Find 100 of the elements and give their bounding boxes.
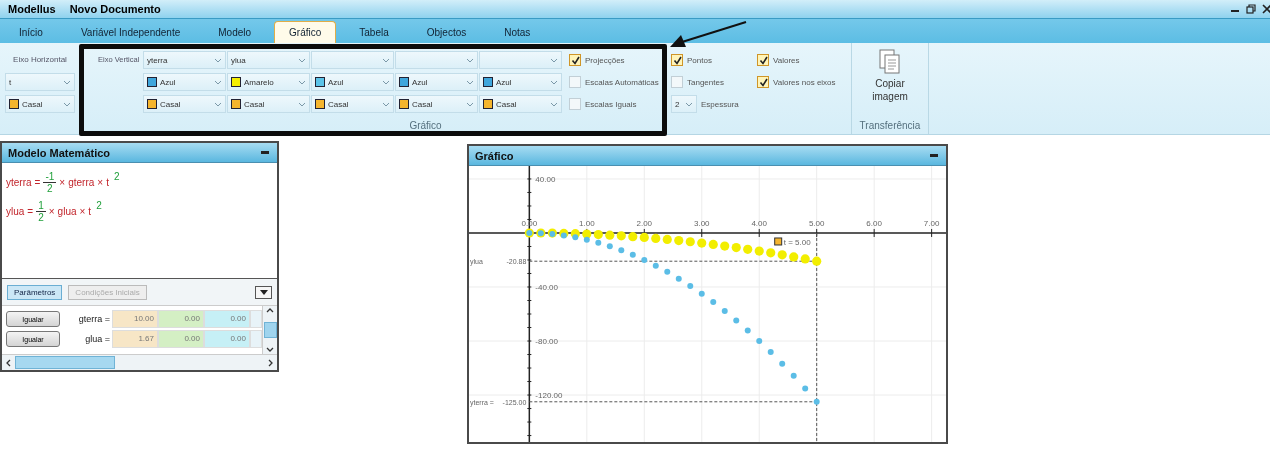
tick-label: 4.00 xyxy=(751,219,767,228)
caret-icon xyxy=(466,57,474,63)
parameter-field[interactable] xyxy=(250,310,262,328)
tick-label: -80.00 xyxy=(535,337,559,346)
tick-label: 1.00 xyxy=(579,219,595,228)
ribbon-tab[interactable]: Tabela xyxy=(344,21,404,43)
horizontal-scrollbar[interactable] xyxy=(2,355,277,370)
parameter-field[interactable]: 10.00 xyxy=(112,310,158,328)
tick-label: 2.00 xyxy=(636,219,653,228)
caret-icon xyxy=(382,57,390,63)
time-value: t = 5.00 xyxy=(783,238,811,247)
caret-icon xyxy=(298,101,306,107)
group-label: Gráfico xyxy=(408,120,443,133)
checkbox-label: Escalas Automáticas xyxy=(585,77,659,87)
color-dropdown[interactable]: Amarelo xyxy=(227,73,310,91)
color-dropdown[interactable]: Azul xyxy=(311,73,394,91)
close-icon[interactable] xyxy=(1262,4,1270,14)
checkbox[interactable] xyxy=(569,54,581,66)
caret-icon xyxy=(259,289,268,295)
ribbon-tab[interactable]: Variável Independente xyxy=(65,21,196,43)
minimize-icon[interactable] xyxy=(261,150,269,155)
line-style-icon xyxy=(9,99,19,109)
scroll-right-icon[interactable] xyxy=(268,358,273,367)
color-dropdown[interactable]: Azul xyxy=(395,73,478,91)
checkbox-label: Valores nos eixos xyxy=(773,77,836,87)
caret-icon xyxy=(214,57,222,63)
caret-icon xyxy=(466,79,474,85)
thickness-label: Espessura xyxy=(701,99,739,109)
axis-label: Eixo Horizontal xyxy=(12,54,68,66)
parameter-field[interactable]: 0.00 xyxy=(158,310,204,328)
tick-label: 5.00 xyxy=(808,219,825,228)
checkbox[interactable] xyxy=(569,76,581,88)
group-label: Transferência xyxy=(859,120,921,133)
color-dropdown[interactable]: Azul xyxy=(143,73,226,91)
caret-icon xyxy=(685,101,693,107)
window-title: Novo Documento xyxy=(69,3,161,15)
checkbox-label: Tangentes xyxy=(687,77,724,87)
color-dropdown[interactable]: Azul xyxy=(479,73,562,91)
tick-label: 6.00 xyxy=(866,219,882,228)
caret-icon xyxy=(382,79,390,85)
line-style-icon xyxy=(147,99,157,109)
parameter-field[interactable]: 0.00 xyxy=(204,310,250,328)
checkbox[interactable] xyxy=(757,54,769,66)
caret-icon xyxy=(214,101,222,107)
parameter-field[interactable] xyxy=(250,330,262,348)
checkbox-label: Projecções xyxy=(585,55,625,65)
checkbox[interactable] xyxy=(757,76,769,88)
variable-dropdown[interactable]: t xyxy=(5,73,75,91)
line-style-icon xyxy=(774,237,783,246)
restore-icon[interactable] xyxy=(1246,4,1256,14)
line-style-dropdown[interactable]: Casal xyxy=(395,95,478,113)
caret-icon xyxy=(382,101,390,107)
line-style-icon xyxy=(315,99,325,109)
checkbox-label: Valores xyxy=(773,55,800,65)
scroll-up-icon[interactable] xyxy=(266,308,274,313)
parameter-field[interactable]: 0.00 xyxy=(204,330,250,348)
tick-label: 7.00 xyxy=(923,219,940,228)
line-style-dropdown[interactable]: Casal xyxy=(479,95,562,113)
tick-label: 40.00 xyxy=(535,174,556,184)
caret-icon xyxy=(298,57,306,63)
ribbon-tab[interactable]: Objectos xyxy=(411,21,482,43)
parameter-name: gterra = xyxy=(77,314,110,324)
line-style-dropdown[interactable]: Casal xyxy=(227,95,310,113)
line-style-icon xyxy=(483,99,493,109)
documents-icon xyxy=(879,49,901,75)
tick-label: -120.00 xyxy=(535,391,563,401)
caret-icon xyxy=(63,79,71,85)
caret-icon xyxy=(550,79,558,85)
parameter-name: glua = xyxy=(84,334,110,344)
caret-icon xyxy=(63,101,71,107)
line-style-dropdown[interactable]: Casal xyxy=(5,95,75,113)
line-style-dropdown[interactable]: Casal xyxy=(311,95,394,113)
ribbon-tab[interactable]: Notas xyxy=(489,21,546,43)
checkbox[interactable] xyxy=(671,76,683,88)
variable-dropdown[interactable]: ylua xyxy=(227,51,310,69)
panel-tab[interactable]: Parâmetros xyxy=(7,284,63,300)
vertical-scrollbar[interactable] xyxy=(262,306,277,354)
ribbon-tab[interactable]: Gráfico xyxy=(274,21,337,43)
thickness-dropdown[interactable]: 2 xyxy=(671,95,697,113)
line-style-icon xyxy=(231,99,241,109)
app-name: Modellus xyxy=(8,3,56,15)
caret-icon xyxy=(214,79,222,85)
panel-title: Gráfico xyxy=(475,149,514,162)
caret-icon xyxy=(550,101,558,107)
checkbox[interactable] xyxy=(671,54,683,66)
checkbox-label: Pontos xyxy=(687,55,712,65)
parameter-field[interactable]: 1.67 xyxy=(112,330,158,348)
minimize-icon[interactable] xyxy=(930,153,938,158)
checkbox[interactable] xyxy=(569,98,581,110)
line-style-dropdown[interactable]: Casal xyxy=(143,95,226,113)
caret-icon xyxy=(466,101,474,107)
copy-image-button[interactable]: Copiar imagem xyxy=(860,43,920,120)
caret-icon xyxy=(298,79,306,85)
scroll-down-icon[interactable] xyxy=(266,347,274,352)
variable-dropdown[interactable]: yterra xyxy=(143,51,226,69)
scroll-left-icon[interactable] xyxy=(6,358,11,367)
ribbon-tab[interactable]: Modelo xyxy=(203,21,267,43)
dropdown-button[interactable] xyxy=(255,285,272,299)
parameter-field[interactable]: 0.00 xyxy=(158,330,204,348)
ribbon-tab[interactable]: Início xyxy=(4,21,58,43)
